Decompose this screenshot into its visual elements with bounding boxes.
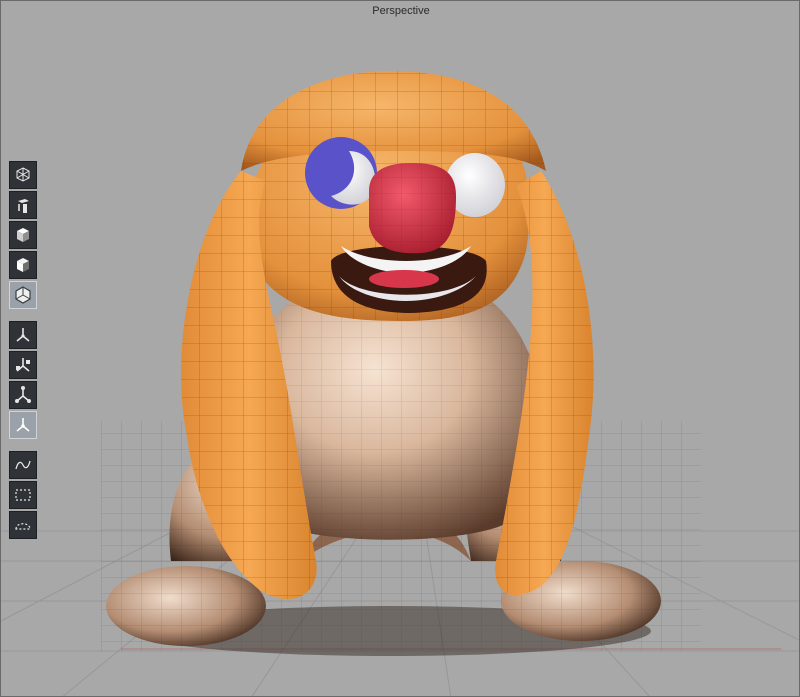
move-axis-icon	[16, 328, 30, 342]
3d-scene[interactable]	[1, 1, 800, 697]
universal-axis-icon	[16, 418, 30, 432]
character-nose	[369, 163, 456, 254]
viewport-perspective[interactable]: Perspective	[0, 0, 800, 697]
points-mode-button[interactable]	[9, 191, 37, 219]
rotate-axis-icon	[16, 358, 30, 372]
hex-cube-icon	[15, 286, 31, 304]
rect-select-icon	[15, 489, 31, 501]
lasso-select-icon	[15, 460, 31, 470]
hex-mode-button[interactable]	[9, 281, 37, 309]
solid-mode-button[interactable]	[9, 221, 37, 249]
scale-axis-icon	[15, 386, 31, 403]
scale-tool-button[interactable]	[9, 381, 37, 409]
universal-tool-button[interactable]	[9, 411, 37, 439]
manipulator-toolbar	[9, 321, 39, 439]
move-tool-button[interactable]	[9, 321, 37, 349]
wireframe-mode-button[interactable]	[9, 161, 37, 189]
shaded-mode-button[interactable]	[9, 251, 37, 279]
points-cube-icon	[18, 199, 29, 213]
viewport-title: Perspective	[372, 5, 430, 17]
paint-select-icon	[15, 523, 31, 530]
paint-select-button[interactable]	[9, 511, 37, 539]
rotate-tool-button[interactable]	[9, 351, 37, 379]
selection-toolbar	[9, 451, 39, 539]
shaded-cube-icon	[17, 258, 29, 272]
lasso-select-button[interactable]	[9, 451, 37, 479]
display-mode-toolbar	[9, 161, 39, 309]
rect-select-button[interactable]	[9, 481, 37, 509]
solid-cube-icon	[17, 228, 29, 242]
wireframe-cube-icon	[16, 167, 30, 182]
